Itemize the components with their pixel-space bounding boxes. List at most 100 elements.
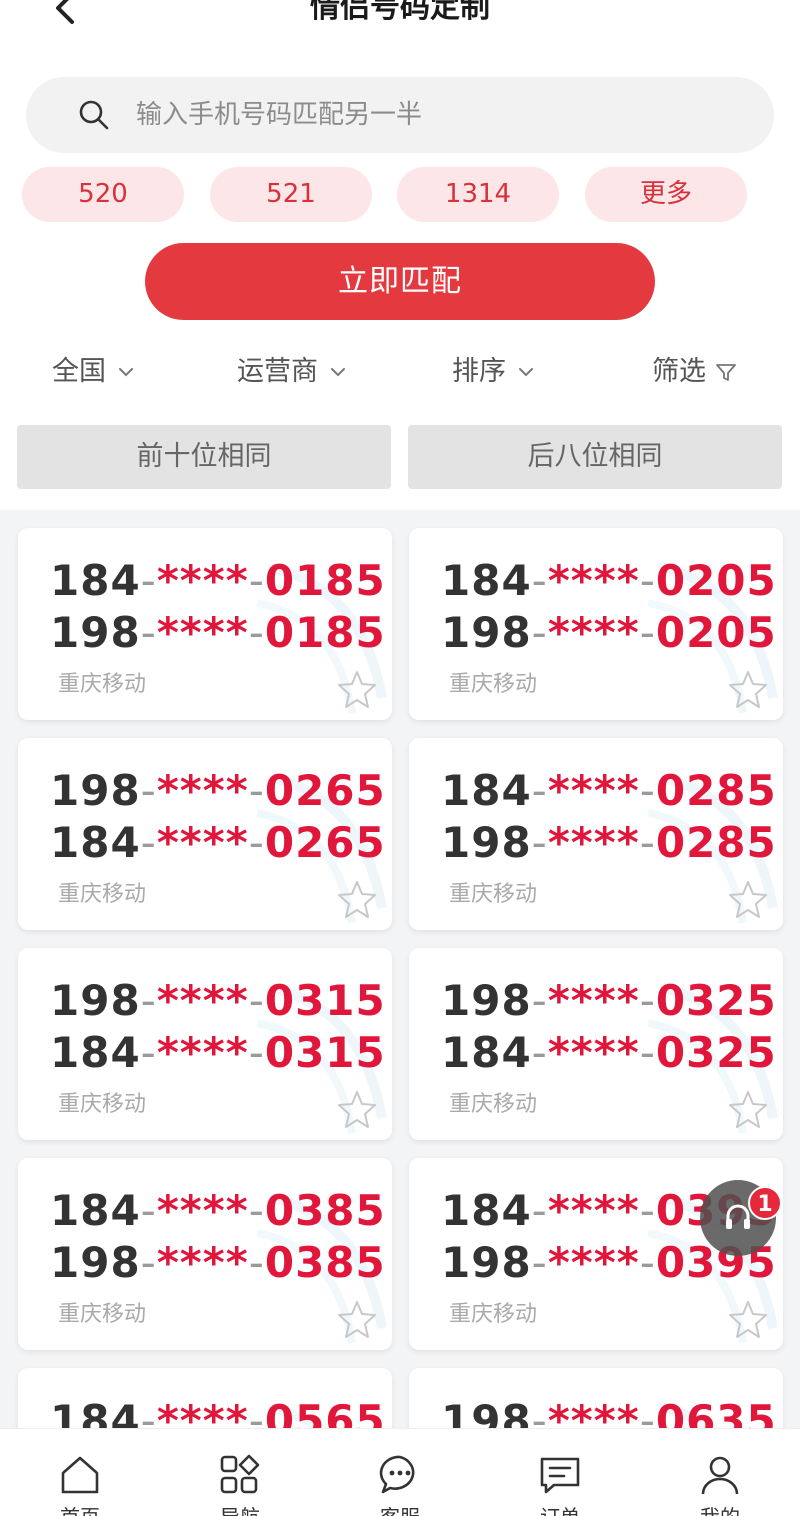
number-dash: - [140,1028,157,1077]
number-mask: **** [156,818,249,867]
number-prefix: 198 [441,976,532,1025]
number-card[interactable]: 198-****-0325 184-****-0325 重庆移动 [409,948,783,1140]
number-prefix: 198 [441,818,532,867]
match-now-button[interactable]: 立即匹配 [145,243,655,320]
phone-number: 198-****-0285 [441,820,777,866]
search-input[interactable] [136,91,736,139]
carrier-label: 重庆移动 [449,1092,538,1117]
filter-sort[interactable]: 排序 [452,350,538,394]
star-favorite-icon[interactable] [727,668,769,710]
filter-region[interactable]: 全国 [52,350,138,394]
star-favorite-icon[interactable] [727,1088,769,1130]
star-favorite-icon[interactable] [336,668,378,710]
segment-last-eight-same[interactable]: 后八位相同 [408,425,782,489]
number-dash: - [140,1186,157,1235]
number-prefix: 198 [50,976,141,1025]
apps-grid-icon [220,1454,260,1494]
number-mask: **** [156,608,249,657]
number-card[interactable]: 184-****-0185 198-****-0185 重庆移动 [18,528,392,720]
number-dash: - [639,608,656,657]
star-favorite-icon[interactable] [727,1298,769,1340]
number-dash: - [531,1186,548,1235]
number-mask: **** [547,1238,640,1287]
number-dash: - [248,976,265,1025]
phone-number: 184-****-0285 [441,768,777,814]
tab-orders-label: 订单 [480,1501,640,1516]
carrier-label: 重庆移动 [449,1302,538,1327]
star-favorite-icon[interactable] [336,878,378,920]
segment-first-ten-same[interactable]: 前十位相同 [17,425,391,489]
number-suffix: 0205 [655,608,777,657]
number-dash: - [248,766,265,815]
number-suffix: 0185 [264,608,386,657]
filter-region-label: 全国 [52,356,106,387]
filter-sort-label: 排序 [452,356,506,387]
number-prefix: 198 [441,608,532,657]
carrier-label: 重庆移动 [449,882,538,907]
tab-navigation[interactable]: 导航 [160,1429,320,1516]
number-suffix: 0325 [655,1028,777,1077]
number-dash: - [140,766,157,815]
number-dash: - [248,556,265,605]
number-dash: - [248,1186,265,1235]
number-dash: - [248,1238,265,1287]
filter-carrier[interactable]: 运营商 [237,350,350,394]
phone-number: 184-****-0205 [441,558,777,604]
number-dash: - [639,976,656,1025]
tab-orders[interactable]: 订单 [480,1429,640,1516]
carrier-label: 重庆移动 [449,672,538,697]
phone-number: 198-****-0185 [50,610,386,656]
number-prefix: 184 [50,1028,141,1077]
number-card[interactable]: 184-****-0385 198-****-0385 重庆移动 [18,1158,392,1350]
number-mask: **** [547,766,640,815]
number-suffix: 0385 [264,1186,386,1235]
number-mask: **** [156,1186,249,1235]
carrier-label: 重庆移动 [58,882,147,907]
chip-1314[interactable]: 1314 [397,167,559,222]
bottom-tab-bar: 首页 导航 客服 订单 我的 [0,1428,800,1516]
funnel-icon [716,364,736,381]
filter-screen[interactable]: 筛选 [652,350,738,394]
number-dash: - [531,976,548,1025]
number-suffix: 0385 [264,1238,386,1287]
home-icon [61,1456,99,1494]
tab-me[interactable]: 我的 [640,1429,800,1516]
number-suffix: 0265 [264,766,386,815]
message-square-icon [540,1457,580,1494]
chevron-down-icon [519,368,533,377]
search-bar[interactable] [26,77,774,153]
number-dash: - [639,1186,656,1235]
number-mask: **** [547,976,640,1025]
number-mask: **** [547,1186,640,1235]
star-favorite-icon[interactable] [336,1088,378,1130]
phone-number: 184-****-0325 [441,1030,777,1076]
tab-customer-service-label: 客服 [320,1501,480,1516]
number-mask: **** [156,1238,249,1287]
number-card[interactable]: 184-****-0205 198-****-0205 重庆移动 [409,528,783,720]
tab-customer-service[interactable]: 客服 [320,1429,480,1516]
number-prefix: 198 [50,1238,141,1287]
number-card[interactable]: 198-****-0315 184-****-0315 重庆移动 [18,948,392,1140]
tab-home[interactable]: 首页 [0,1429,160,1516]
chip-521[interactable]: 521 [210,167,372,222]
number-card[interactable]: 198-****-0265 184-****-0265 重庆移动 [18,738,392,930]
chip-520[interactable]: 520 [22,167,184,222]
customer-service-float-button[interactable]: 1 [700,1180,782,1256]
number-dash: - [639,766,656,815]
number-card[interactable]: 184-****-0285 198-****-0285 重庆移动 [409,738,783,930]
chip-more[interactable]: 更多 [585,167,747,222]
tab-navigation-label: 导航 [160,1501,320,1516]
number-mask: **** [156,976,249,1025]
number-dash: - [531,608,548,657]
number-suffix: 0285 [655,818,777,867]
number-dash: - [639,1238,656,1287]
number-suffix: 0185 [264,556,386,605]
phone-number: 184-****-0265 [50,820,386,866]
star-favorite-icon[interactable] [336,1298,378,1340]
number-suffix: 0325 [655,976,777,1025]
star-favorite-icon[interactable] [727,878,769,920]
number-dash: - [531,818,548,867]
number-dash: - [531,766,548,815]
number-dash: - [248,1028,265,1077]
phone-number: 198-****-0315 [50,978,386,1024]
